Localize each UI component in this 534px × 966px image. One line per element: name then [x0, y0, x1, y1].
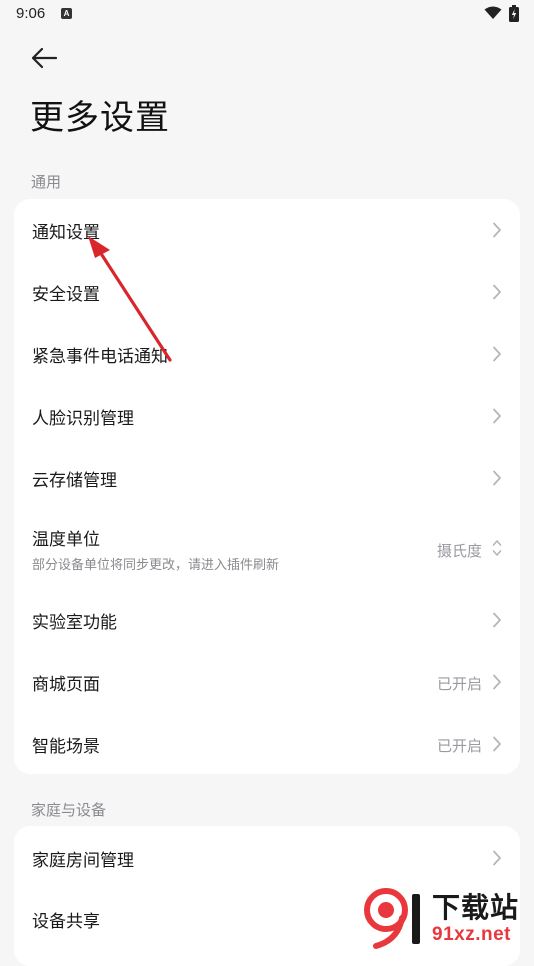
watermark-logo-icon — [364, 888, 420, 949]
watermark: 下载站 91xz.net — [362, 884, 534, 950]
annotation-arrow-icon — [88, 236, 172, 362]
watermark-url: 91xz.net — [432, 924, 511, 945]
watermark-title: 下载站 — [432, 891, 520, 924]
